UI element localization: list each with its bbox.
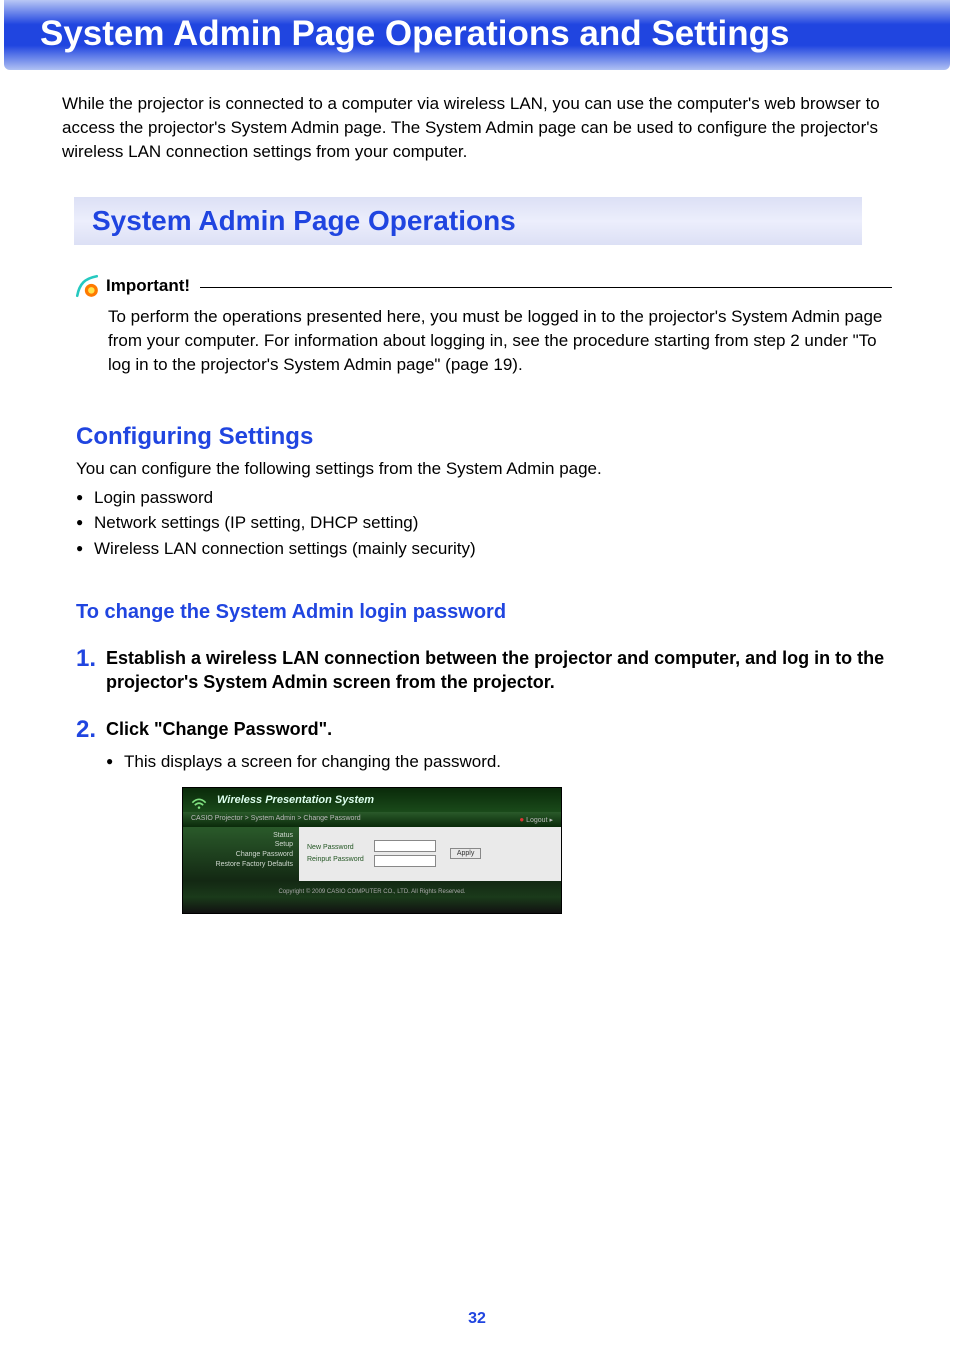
new-password-label: New Password [307,842,364,853]
section-title: System Admin Page Operations [92,205,516,236]
reinput-password-input[interactable] [374,855,436,867]
screenshot-breadcrumb-bar: CASIO Projector > System Admin > Change … [183,812,561,827]
intro-paragraph: While the projector is connected to a co… [62,92,892,163]
important-icon [74,273,100,299]
procedure-heading: To change the System Admin login passwor… [76,601,954,624]
new-password-input[interactable] [374,840,436,852]
logout-link[interactable]: ● Logout ▸ [519,815,553,824]
bullet-item: Login password [76,485,892,511]
sidebar-item-setup[interactable]: Setup [183,840,293,850]
page-title: System Admin Page Operations and Setting… [40,14,789,53]
step-number: 1. [76,646,106,672]
important-callout: Important! To perform the operations pre… [74,273,892,376]
screenshot-sidebar: Status Setup Change Password Restore Fac… [183,827,299,881]
logout-label: Logout [526,817,547,824]
configuring-bullets: Login password Network settings (IP sett… [76,485,892,562]
step-sub-list: This displays a screen for changing the … [106,749,892,775]
sidebar-item-status[interactable]: Status [183,831,293,841]
logout-dot-icon: ● [519,815,524,824]
important-header: Important! [74,273,892,299]
page-number: 32 [0,1310,954,1328]
configuring-heading: Configuring Settings [76,423,954,451]
step-1: 1. Establish a wireless LAN connection b… [76,646,892,695]
wireless-logo-icon [189,791,209,811]
screenshot-breadcrumb: CASIO Projector > System Admin > Change … [191,815,361,824]
screenshot-header-title: Wireless Presentation System [217,794,374,806]
sidebar-item-change-password[interactable]: Change Password [183,850,293,860]
step-text: Establish a wireless LAN connection betw… [106,646,892,695]
apply-button[interactable]: Apply [450,848,482,859]
bullet-item: Network settings (IP setting, DHCP setti… [76,510,892,536]
important-body: To perform the operations presented here… [108,305,892,376]
important-divider [200,287,892,288]
screenshot-form-labels: New Password Reinput Password [307,842,364,864]
step-2: 2. Click "Change Password". This display… [76,717,892,914]
screenshot-body: Status Setup Change Password Restore Fac… [183,827,561,881]
important-title: Important! [106,276,190,296]
step-sub-item: This displays a screen for changing the … [106,749,892,775]
step-text: Click "Change Password". [106,717,332,741]
step-number: 2. [76,717,106,743]
screenshot-main: New Password Reinput Password Apply [299,827,561,881]
sidebar-item-restore-defaults[interactable]: Restore Factory Defaults [183,860,293,870]
configuring-lead: You can configure the following settings… [76,457,892,481]
screenshot-inputs [374,840,436,867]
section-heading: System Admin Page Operations [74,197,862,245]
page-title-banner: System Admin Page Operations and Setting… [4,0,950,70]
screenshot-header: Wireless Presentation System [183,788,561,812]
screenshot-footer: Copyright © 2009 CASIO COMPUTER CO., LTD… [183,881,561,913]
bullet-item: Wireless LAN connection settings (mainly… [76,536,892,562]
reinput-password-label: Reinput Password [307,854,364,865]
change-password-screenshot: Wireless Presentation System CASIO Proje… [182,787,562,914]
